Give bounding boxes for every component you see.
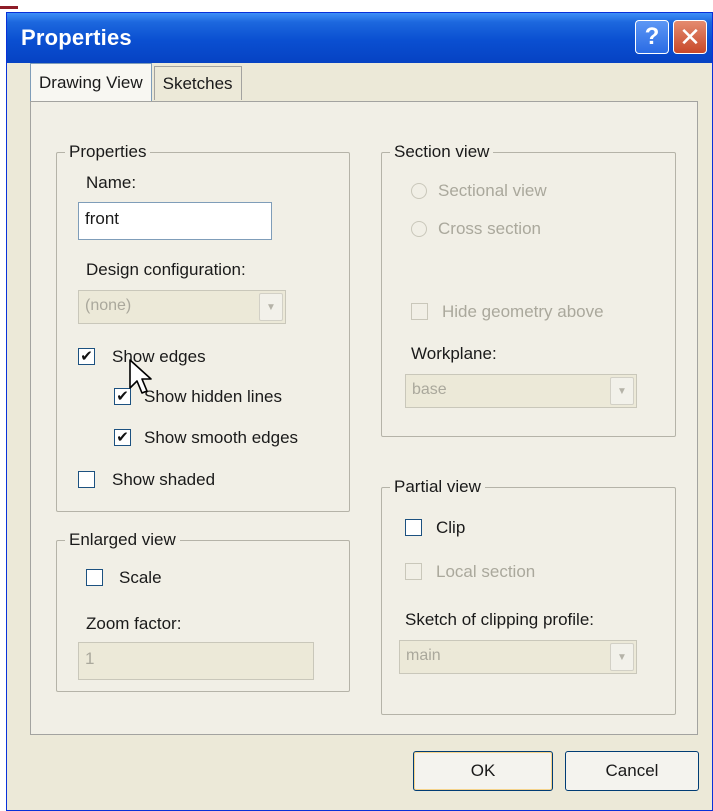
clip-checkbox[interactable] — [405, 519, 422, 536]
name-field[interactable]: front — [78, 202, 272, 240]
ok-button[interactable]: OK — [413, 751, 553, 791]
show-shaded-label: Show shaded — [112, 470, 216, 489]
workplane-label: Workplane: — [411, 344, 497, 363]
sketch-profile-select[interactable]: main ▼ — [399, 640, 637, 674]
show-smooth-edges-label: Show smooth edges — [144, 428, 299, 447]
sectional-view-label: Sectional view — [438, 181, 547, 200]
tab-sketches[interactable]: Sketches — [153, 66, 242, 100]
partial-view-legend: Partial view — [394, 477, 481, 496]
scale-label: Scale — [119, 568, 162, 587]
chevron-down-icon: ▼ — [610, 643, 634, 671]
show-shaded-checkbox[interactable] — [78, 471, 95, 488]
show-hidden-lines-label: Show hidden lines — [144, 387, 282, 406]
cross-section-label: Cross section — [438, 219, 541, 238]
show-smooth-edges-checkbox[interactable]: ✔ — [114, 429, 131, 446]
workplane-value: base — [412, 381, 447, 398]
name-label: Name: — [86, 173, 137, 192]
chevron-down-icon: ▼ — [610, 377, 634, 405]
clip-label: Clip — [436, 518, 466, 537]
help-button[interactable]: ? — [635, 20, 669, 54]
cross-section-radio[interactable] — [411, 221, 427, 237]
hide-geometry-label: Hide geometry above — [442, 302, 604, 321]
tab-drawing-view[interactable]: Drawing View — [30, 63, 152, 101]
properties-group: Properties — [56, 142, 350, 512]
section-view-legend: Section view — [394, 142, 490, 161]
workplane-select[interactable]: base ▼ — [405, 374, 637, 408]
local-section-checkbox[interactable] — [405, 563, 422, 580]
scale-checkbox[interactable] — [86, 569, 103, 586]
zoom-factor-label: Zoom factor: — [86, 614, 182, 633]
hide-geometry-checkbox[interactable] — [411, 303, 428, 320]
sectional-view-radio[interactable] — [411, 183, 427, 199]
sketch-profile-label: Sketch of clipping profile: — [405, 610, 594, 629]
design-config-label: Design configuration: — [86, 260, 246, 279]
partial-view-group: Partial view — [381, 477, 676, 715]
show-edges-label: Show edges — [112, 347, 206, 366]
tab-panel: Properties Name: front Design configurat… — [30, 101, 698, 735]
title-bar: Properties ? ✕ — [7, 13, 712, 63]
design-config-select[interactable]: (none) ▼ — [78, 290, 286, 324]
properties-group-legend: Properties — [69, 142, 147, 161]
show-edges-checkbox[interactable]: ✔ — [78, 348, 95, 365]
mouse-pointer-icon — [129, 359, 152, 394]
enlarged-view-legend: Enlarged view — [69, 530, 176, 549]
tab-strip: Drawing View Sketches — [30, 63, 244, 102]
design-config-value: (none) — [85, 297, 132, 314]
cancel-button[interactable]: Cancel — [565, 751, 699, 791]
close-button[interactable]: ✕ — [673, 20, 707, 54]
local-section-label: Local section — [436, 562, 536, 581]
chevron-down-icon: ▼ — [259, 293, 283, 321]
window-edge-accent — [0, 6, 18, 9]
window-title: Properties — [21, 25, 132, 50]
zoom-factor-field[interactable]: 1 — [78, 642, 314, 680]
sketch-profile-value: main — [406, 647, 441, 664]
